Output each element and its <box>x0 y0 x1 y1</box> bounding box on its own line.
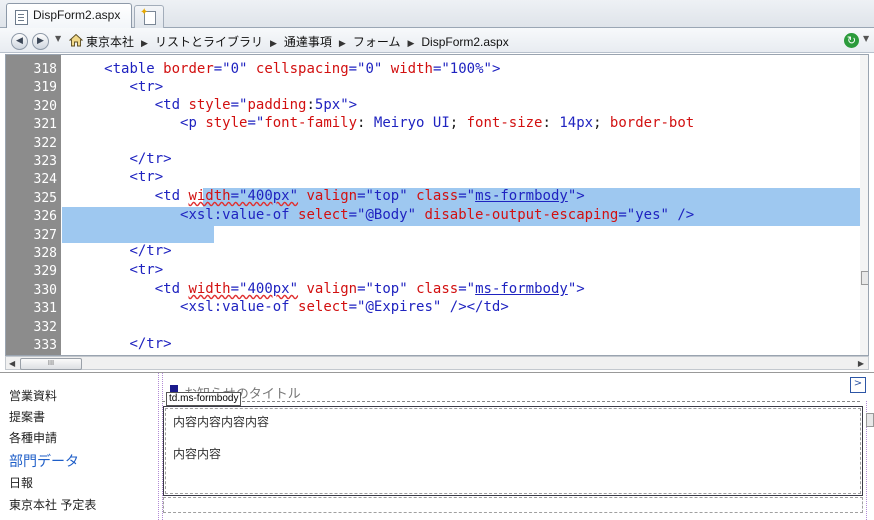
forward-button[interactable]: ▶ <box>32 33 49 50</box>
line-number: 333 <box>33 338 57 353</box>
line-number: 318 <box>33 62 57 77</box>
line-number: 324 <box>33 172 57 188</box>
code-line-331: <xsl:value-of select="@Expires" /></td> <box>180 299 509 315</box>
nav-item-daily-report[interactable]: 日報 <box>9 474 33 491</box>
scroll-left-icon[interactable]: ◀ <box>9 359 15 368</box>
nav-item-applications[interactable]: 各種申請 <box>9 429 57 446</box>
divider <box>162 401 860 402</box>
line-number: 326 <box>33 209 57 225</box>
tab-label: DispForm2.aspx <box>33 8 121 22</box>
line-number: 328 <box>33 246 57 261</box>
nav-item-calendar[interactable]: 東京本社 予定表 <box>9 496 96 513</box>
line-number: 331 <box>33 301 57 317</box>
horizontal-scrollbar[interactable]: ◀ III ▶ <box>5 356 869 370</box>
code-line-330: <td width="400px" valign="top" class="ms… <box>154 281 585 297</box>
scroll-thumb[interactable] <box>866 413 874 427</box>
line-number: 325 <box>33 190 57 206</box>
line-number: 321 <box>33 117 57 133</box>
chevron-right-icon: ▶ <box>407 38 415 48</box>
line-number: 319 <box>33 80 57 96</box>
expand-button[interactable]: > <box>850 377 866 393</box>
selected-td-formbody[interactable]: 内容内容内容内容 内容内容 <box>163 406 863 496</box>
vertical-scrollbar[interactable] <box>860 55 868 355</box>
line-number: 327 <box>33 227 57 243</box>
scroll-thumb[interactable] <box>861 271 868 285</box>
nav-item-proposals[interactable]: 提案書 <box>9 408 45 425</box>
code-line-324: <tr> <box>129 169 164 185</box>
breadcrumb-item-list[interactable]: 通達事項 <box>284 35 332 49</box>
body-line-1: 内容内容内容内容 <box>173 415 270 429</box>
chevron-down-icon[interactable]: ▼ <box>55 34 61 43</box>
quick-launch-nav: 営業資料 提案書 各種申請 部門データ 日報 東京本社 予定表 <box>0 373 160 520</box>
line-number: 329 <box>33 264 57 280</box>
refresh-icon[interactable]: ↻ <box>844 33 859 48</box>
breadcrumb-item-site[interactable]: 東京本社 <box>86 35 134 49</box>
scroll-thumb[interactable]: III <box>20 358 82 370</box>
tab-dispform2[interactable]: DispForm2.aspx <box>6 3 132 29</box>
code-line-326: <xsl:value-of select="@Body" disable-out… <box>180 207 695 223</box>
code-line-328: </tr> <box>129 243 172 259</box>
chevron-down-icon[interactable]: ▼ <box>863 34 869 43</box>
body-content: 内容内容内容内容 内容内容 <box>165 408 861 494</box>
chevron-right-icon: ▶ <box>338 38 346 48</box>
body-line-2: 内容内容 <box>173 447 222 461</box>
breadcrumb: 東京本社 ▶ リストとライブラリ ▶ 通達事項 ▶ フォーム ▶ DispForm2.aspx <box>86 33 509 50</box>
page-icon <box>15 10 28 25</box>
breadcrumb-item-lists[interactable]: リストとライブラリ <box>155 35 263 49</box>
nav-heading-department-data[interactable]: 部門データ <box>9 451 79 471</box>
line-number: 322 <box>33 135 57 151</box>
code-line-333: </tr> <box>129 336 172 352</box>
new-tab-button[interactable]: ✦ <box>134 5 164 28</box>
line-number: 320 <box>33 98 57 114</box>
chevron-right-icon: ▶ <box>269 38 277 48</box>
star-icon: ✦ <box>140 7 149 18</box>
title-field-row: お知らせのタイトル <box>170 381 850 401</box>
line-number: 330 <box>33 282 57 298</box>
code-editor[interactable]: 318 319 320 321 322 323 324 325 326 327 328 329 330 3… <box>5 54 869 356</box>
chevron-right-icon: ▶ <box>141 38 148 48</box>
code-line-318: <table border="0" cellspacing="0" width=… <box>104 61 501 77</box>
line-number: 323 <box>33 154 57 169</box>
code-line-320: <td style="padding:5px"> <box>154 97 358 113</box>
code-line-321: <p style="font-family: Meiryo UI; font-s… <box>180 115 695 131</box>
breadcrumb-item-forms[interactable]: フォーム <box>353 35 401 49</box>
breadcrumb-item-file[interactable]: DispForm2.aspx <box>421 35 508 49</box>
line-number: 332 <box>33 319 57 335</box>
code-line-329: <tr> <box>129 262 164 278</box>
back-button[interactable]: ◀ <box>11 33 28 50</box>
code-line-325: <td width="400px" valign="top" class="ms… <box>154 188 585 204</box>
nav-item-sales-materials[interactable]: 営業資料 <box>9 387 57 404</box>
selected-tag-label[interactable]: td.ms-formbody <box>166 392 242 406</box>
expires-cell[interactable] <box>163 497 863 513</box>
home-icon[interactable] <box>69 33 83 47</box>
code-line-319: <tr> <box>129 79 164 95</box>
design-view[interactable]: 営業資料 提案書 各種申請 部門データ 日報 東京本社 予定表 お知らせのタイト… <box>0 372 874 520</box>
selection-line-327 <box>62 226 214 243</box>
code-line-323: </tr> <box>129 151 172 167</box>
breadcrumb-bar: ◀ ▶ ▼ 東京本社 ▶ リストとライブラリ ▶ 通達事項 ▶ フォーム ▶ DispForm2… <box>0 28 874 53</box>
scroll-right-icon[interactable]: ▶ <box>858 359 864 368</box>
